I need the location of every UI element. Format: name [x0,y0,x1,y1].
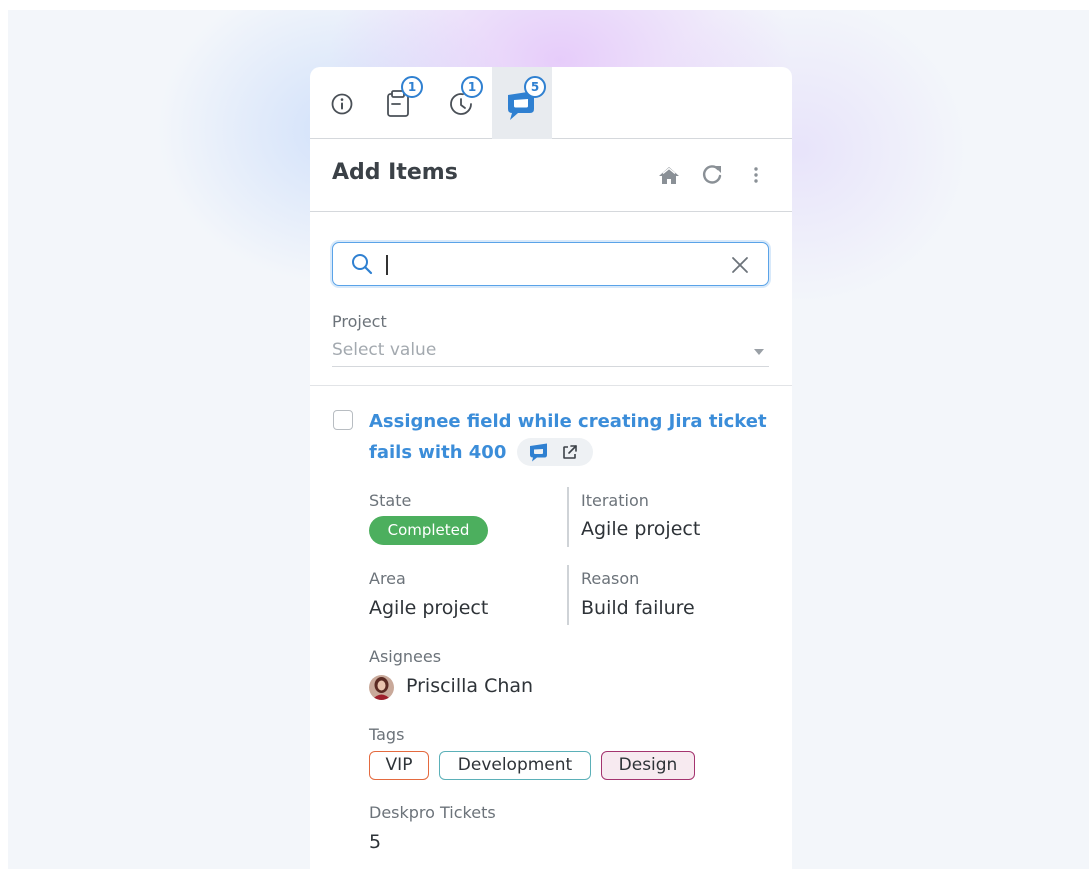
tag-design: Design [601,751,695,780]
area-label: Area [369,569,406,588]
deskpro-tickets-count: 5 [369,831,382,853]
more-menu-button[interactable] [752,164,760,190]
app-panel: 1 1 5 Add Items Project Select value Ass… [310,67,792,869]
tab-history[interactable]: 1 [432,67,492,139]
field-separator [567,565,569,625]
tab-badge: 5 [524,76,546,98]
project-label: Project [332,312,387,331]
state-label: State [369,491,412,510]
chevron-down-icon [754,349,764,355]
deskpro-link-icon[interactable] [528,442,550,462]
refresh-icon [703,165,722,184]
tab-bar: 1 1 5 [310,67,792,139]
home-button[interactable] [657,164,681,190]
page-title: Add Items [332,160,458,185]
home-icon [659,167,679,184]
deskpro-tickets-label: Deskpro Tickets [369,803,496,822]
tag-development: Development [439,751,591,780]
external-link-icon[interactable] [562,444,578,460]
page-header: Add Items [310,139,792,212]
tab-linked-items[interactable]: 1 [372,67,432,139]
iteration-value: Agile project [581,518,701,540]
more-vertical-icon [754,167,758,183]
search-box [332,242,769,286]
avatar [369,675,394,700]
tab-badge: 1 [401,76,423,98]
assignee-name: Priscilla Chan [406,675,534,697]
section-divider [310,385,792,386]
close-icon[interactable] [731,256,749,274]
refresh-button[interactable] [700,164,724,190]
tab-deskpro-items[interactable]: 5 [492,67,552,139]
field-separator [567,487,569,547]
tab-badge: 1 [461,76,483,98]
search-input[interactable] [385,252,715,276]
info-icon [331,93,353,115]
tag-vip: VIP [369,751,429,780]
search-icon [352,254,373,275]
area-value: Agile project [369,597,489,619]
frame-left-edge [0,0,8,869]
tags-label: Tags [369,725,405,744]
item-links-chip [517,438,593,466]
reason-value: Build failure [581,597,695,619]
item-title-line-1: Assignee field while creating Jira ticke… [369,411,767,432]
iteration-label: Iteration [581,491,649,510]
tab-info[interactable] [312,67,372,139]
reason-label: Reason [581,569,640,588]
assignees-label: Asignees [369,647,442,666]
project-select[interactable]: Select value [332,337,769,367]
avatar-image [369,675,394,700]
item-checkbox[interactable] [333,410,353,430]
project-select-placeholder: Select value [332,340,437,360]
status-badge: Completed [369,516,488,545]
frame-top-edge [0,0,1089,10]
